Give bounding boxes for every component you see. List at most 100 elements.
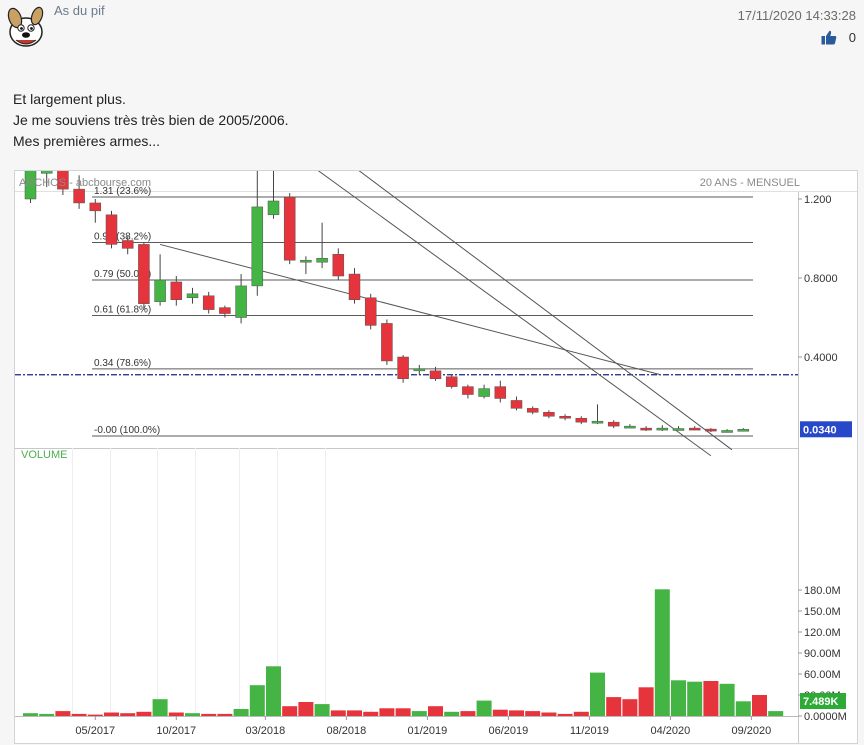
post-author[interactable]: As du pif — [54, 3, 105, 18]
candle-body — [494, 386, 507, 399]
candle-body — [591, 420, 604, 424]
volume-bar — [168, 712, 184, 716]
x-tick-label: 10/2017 — [156, 725, 196, 737]
volume-bar — [622, 699, 638, 716]
candle-body — [721, 430, 733, 433]
volume-bar — [557, 713, 573, 716]
candle-body — [705, 428, 717, 432]
volume-bar — [687, 681, 703, 716]
post-timestamp: 17/11/2020 14:33:28 — [737, 8, 856, 23]
volume-bar — [152, 699, 168, 716]
volume-bar — [314, 704, 330, 716]
candle-body — [672, 428, 685, 431]
candle-body — [348, 273, 361, 300]
x-tick-label: 09/2020 — [732, 725, 772, 737]
candle-body — [656, 427, 669, 431]
volume-bar — [347, 710, 362, 716]
candle-body — [737, 429, 750, 432]
volume-bar — [217, 713, 233, 716]
candle-body — [624, 425, 636, 429]
thumbs-up-icon[interactable] — [821, 30, 837, 45]
price-y-tick-label: 0.4000 — [804, 352, 838, 364]
volume-bar — [492, 709, 508, 716]
volume-panel-label: VOLUME — [21, 449, 67, 461]
volume-bar — [379, 708, 395, 716]
x-tick-label: 08/2018 — [327, 725, 367, 737]
volume-bar — [233, 709, 249, 716]
volume-bar — [735, 701, 751, 716]
volume-bar — [266, 666, 281, 716]
last-price-label: 0.0340 — [803, 424, 837, 436]
candle-body — [397, 356, 409, 379]
volume-bar — [104, 712, 119, 716]
volume-bar — [509, 710, 524, 716]
volume-bar — [411, 711, 427, 716]
x-tick-label: 11/2019 — [570, 725, 609, 737]
volume-bar — [638, 687, 654, 716]
volume-bar — [39, 713, 55, 716]
chart-title-right: 20 ANS - MENSUEL — [700, 177, 800, 189]
volume-bar — [330, 710, 346, 716]
candle-body — [429, 370, 442, 379]
candle-body — [607, 421, 620, 427]
x-tick-label: 05/2017 — [75, 725, 115, 737]
message-line: Je me souviens très très bien de 2005/20… — [13, 112, 289, 128]
x-tick-label: 04/2020 — [651, 725, 691, 737]
volume-y-tick-label: 150.0M — [804, 606, 841, 618]
volume-bar — [185, 713, 200, 716]
candle-body — [170, 281, 183, 300]
volume-bar — [23, 713, 38, 716]
price-y-tick-label: 0.8000 — [804, 273, 838, 285]
trend-line — [317, 171, 712, 457]
candle-body — [381, 323, 393, 362]
candle-body — [413, 368, 426, 372]
candle-body — [251, 206, 264, 287]
volume-bar — [476, 700, 492, 716]
candle-body — [559, 416, 571, 419]
candle-body — [332, 254, 345, 277]
candle-body — [510, 400, 523, 409]
cartoon-dog-avatar-icon[interactable] — [2, 4, 50, 52]
volume-bar — [201, 713, 217, 716]
candle-body — [202, 295, 215, 310]
candle-body — [445, 376, 458, 387]
chart-title-left: ARCHOS - abcbourse.com — [19, 177, 151, 189]
volume-bar — [55, 711, 71, 716]
like-count: 0 — [848, 30, 856, 45]
candle-body — [73, 188, 85, 204]
volume-bar — [395, 708, 411, 716]
volume-bar — [573, 711, 589, 716]
volume-y-tick-label: 180.0M — [804, 585, 841, 597]
volume-bar — [590, 672, 605, 716]
candle-body — [283, 196, 296, 261]
candle-body — [89, 202, 102, 212]
candle-body — [364, 297, 377, 326]
volume-bar — [752, 695, 767, 716]
volume-bar — [282, 706, 298, 716]
volume-bar — [703, 681, 719, 716]
stock-chart-image: 1.59 (0.0%)1.31 (23.6%)0.99 (38.2%)0.79 … — [14, 170, 858, 744]
like-area: 0 — [821, 30, 856, 45]
stock-chart-svg: 1.59 (0.0%)1.31 (23.6%)0.99 (38.2%)0.79 … — [15, 171, 857, 743]
candle-body — [640, 427, 652, 431]
trend-line — [358, 171, 733, 451]
last-volume-label: 7.489K — [803, 696, 839, 708]
volume-bar — [444, 711, 460, 716]
candle-body — [526, 408, 539, 413]
volume-bar — [71, 713, 87, 716]
volume-bar — [136, 711, 152, 716]
candle-body — [267, 200, 280, 216]
volume-bar — [87, 714, 103, 716]
post-message: Et largement plus. Je me souviens très t… — [13, 89, 289, 152]
volume-y-tick-label: 60.00M — [804, 669, 841, 681]
trend-line — [159, 243, 661, 376]
candle-body — [235, 285, 247, 318]
volume-bar — [671, 680, 686, 716]
volume-y-tick-label: 0.0000M — [804, 711, 847, 723]
volume-y-tick-label: 120.0M — [804, 627, 841, 639]
volume-y-tick-label: 90.00M — [804, 648, 841, 660]
volume-bar — [298, 702, 314, 716]
volume-bar — [768, 711, 784, 716]
candle-body — [543, 412, 555, 417]
candle-body — [105, 214, 118, 245]
